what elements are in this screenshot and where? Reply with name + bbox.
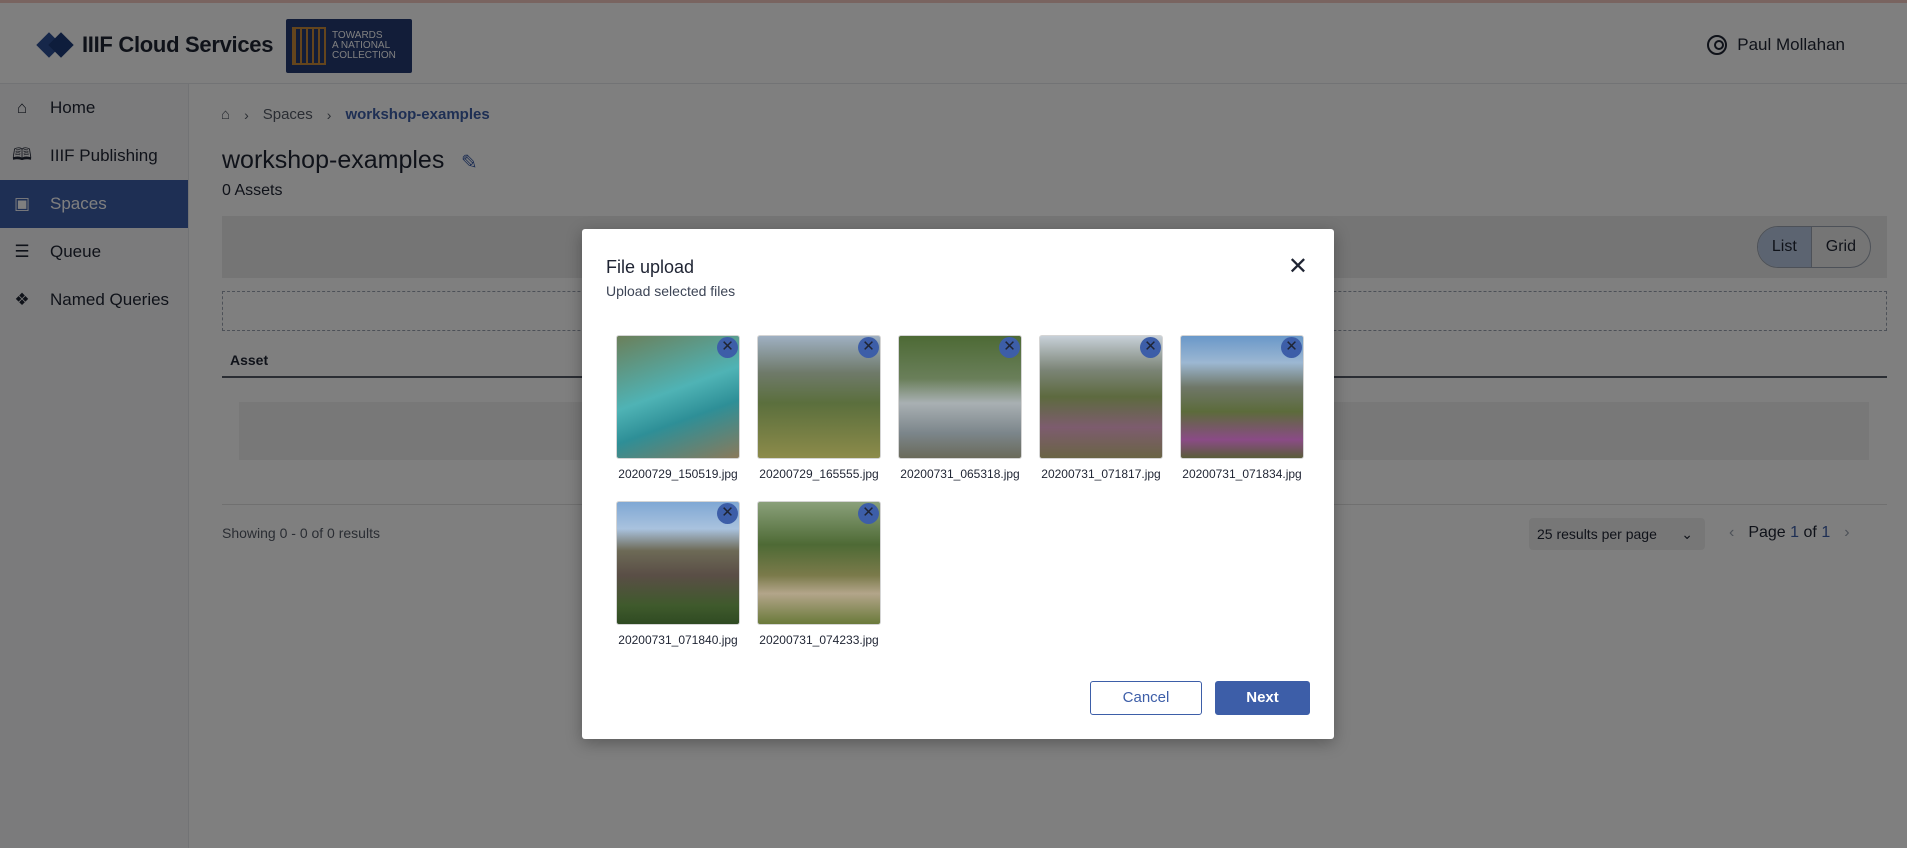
- dialog-subtitle: Upload selected files: [606, 283, 736, 299]
- file-name: 20200729_150519.jpg: [618, 467, 738, 481]
- file-name: 20200731_071834.jpg: [1182, 467, 1302, 481]
- file-thumbnail: ✕ 20200729_150519.jpg: [616, 335, 740, 481]
- remove-file-icon[interactable]: ✕: [858, 503, 879, 524]
- remove-file-icon[interactable]: ✕: [999, 337, 1020, 358]
- file-thumbnail: ✕ 20200731_065318.jpg: [898, 335, 1022, 481]
- file-thumbnail: ✕ 20200731_071834.jpg: [1180, 335, 1304, 481]
- file-name: 20200731_071817.jpg: [1041, 467, 1161, 481]
- file-name: 20200729_165555.jpg: [759, 467, 879, 481]
- close-icon[interactable]: ✕: [1288, 255, 1308, 279]
- file-thumbnail: ✕ 20200731_074233.jpg: [757, 501, 881, 647]
- file-name: 20200731_074233.jpg: [759, 633, 879, 647]
- cancel-button[interactable]: Cancel: [1090, 681, 1202, 715]
- dialog-title: File upload: [606, 257, 695, 277]
- next-button[interactable]: Next: [1215, 681, 1310, 715]
- file-name: 20200731_071840.jpg: [618, 633, 738, 647]
- file-name: 20200731_065318.jpg: [900, 467, 1020, 481]
- remove-file-icon[interactable]: ✕: [717, 503, 738, 524]
- remove-file-icon[interactable]: ✕: [717, 337, 738, 358]
- file-thumbnail: ✕ 20200731_071817.jpg: [1039, 335, 1163, 481]
- file-thumbnail: ✕ 20200729_165555.jpg: [757, 335, 881, 481]
- remove-file-icon[interactable]: ✕: [1281, 337, 1302, 358]
- file-thumbnail: ✕ 20200731_071840.jpg: [616, 501, 740, 647]
- remove-file-icon[interactable]: ✕: [1140, 337, 1161, 358]
- remove-file-icon[interactable]: ✕: [858, 337, 879, 358]
- file-upload-dialog: File upload Upload selected files ✕ ✕ 20…: [582, 229, 1334, 739]
